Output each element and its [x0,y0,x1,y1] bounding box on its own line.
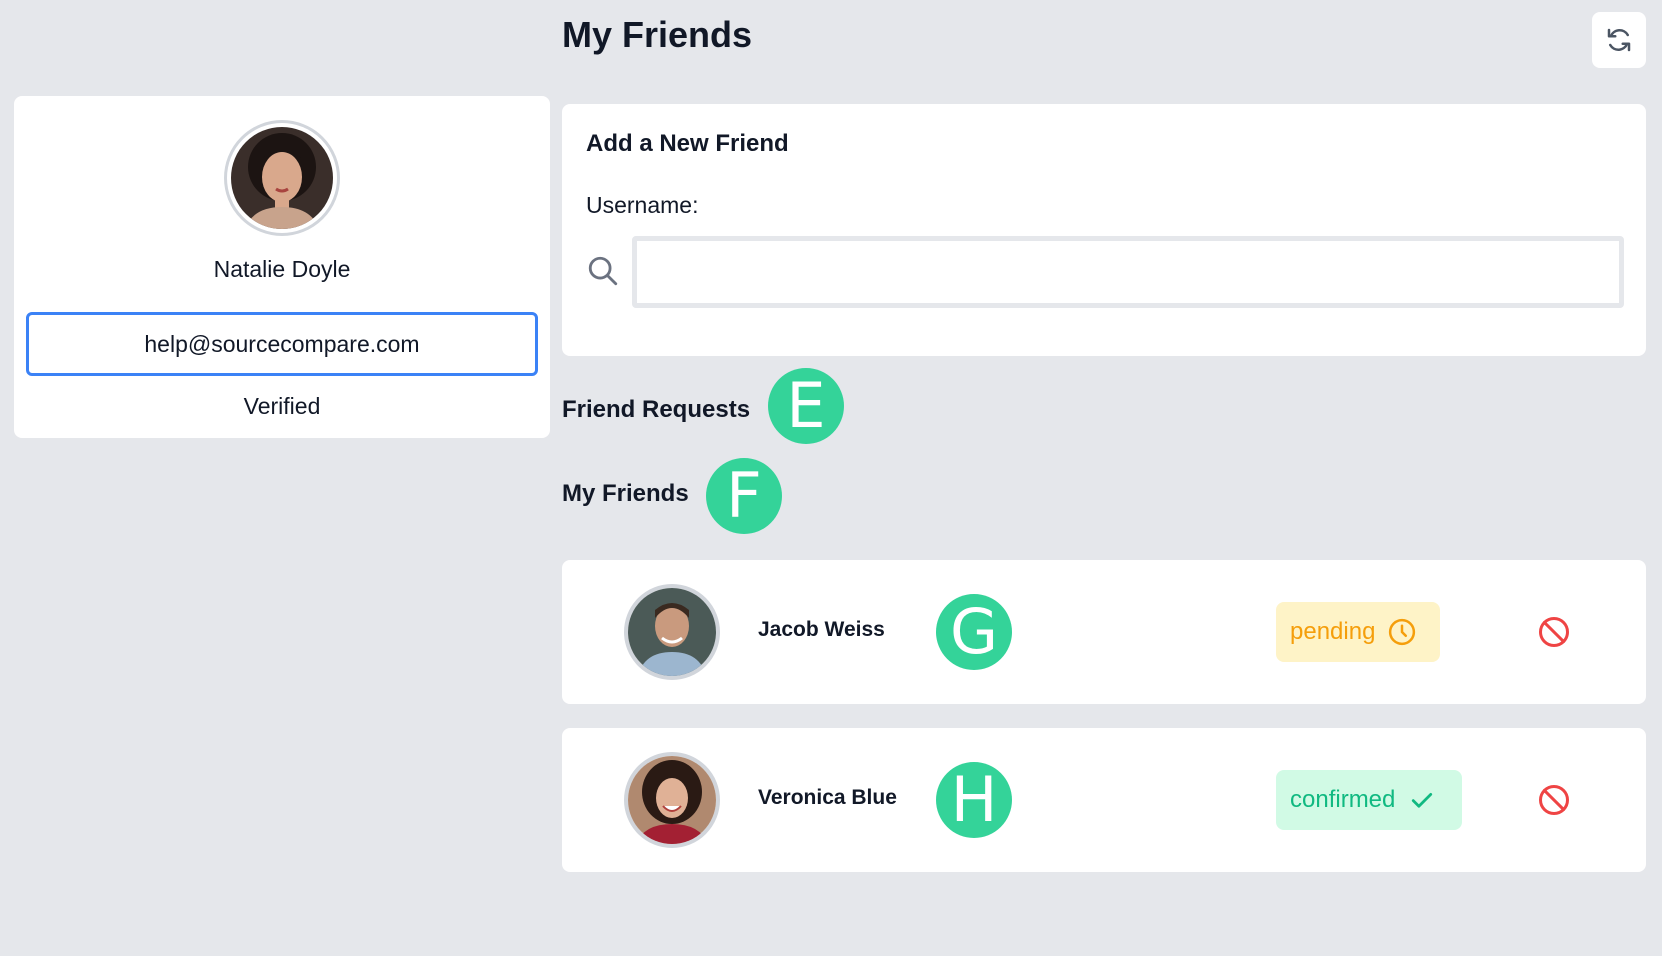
profile-card: Natalie Doyle help@sourcecompare.com Ver… [14,96,550,438]
page-title: My Friends [562,14,753,55]
status-badge: confirmed [1276,770,1462,830]
remove-friend-button[interactable] [1536,614,1572,650]
marker-badge: G [936,594,1012,670]
email-field[interactable]: help@sourcecompare.com [26,312,538,376]
avatar [224,120,340,236]
add-friend-title: Add a New Friend [586,130,789,157]
marker-badge: H [936,762,1012,838]
status-label: pending [1290,618,1376,645]
friend-requests-title: Friend Requests [562,396,751,423]
list-item: Jacob Weiss G pending [562,560,1646,704]
search-icon [588,256,618,286]
clock-icon [1389,618,1416,646]
list-item: Veronica Blue H confirmed [562,728,1646,872]
username-label: Username: [586,192,699,218]
verification-status: Verified [243,393,321,419]
marker-badge: F [706,458,782,534]
avatar [624,752,720,848]
check-icon [1412,793,1433,808]
username-input[interactable] [632,236,1624,308]
ban-icon [1539,617,1569,647]
avatar [624,584,720,680]
profile-name: Natalie Doyle [213,256,351,282]
add-friend-card: Add a New Friend Username: [562,104,1646,356]
status-label: confirmed [1290,786,1396,813]
refresh-icon [1607,28,1631,52]
remove-friend-button[interactable] [1536,782,1572,818]
marker-badge: E [768,368,844,444]
refresh-button[interactable] [1592,12,1646,68]
friend-name: Jacob Weiss [758,618,885,641]
friend-name: Veronica Blue [758,786,897,809]
my-friends-title: My Friends [562,480,689,507]
status-badge: pending [1276,602,1440,662]
ban-icon [1539,785,1569,815]
